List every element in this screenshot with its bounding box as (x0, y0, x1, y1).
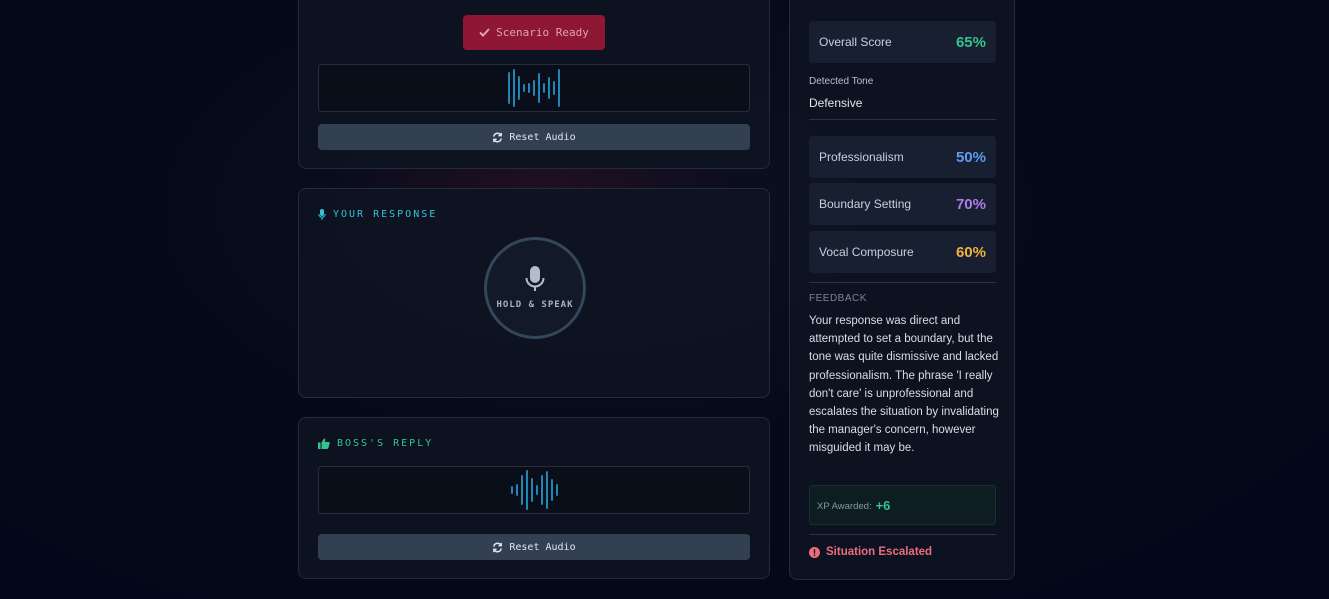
metric-value: 60% (955, 243, 986, 261)
metric-label: Boundary Setting (819, 197, 912, 211)
scenario-ready-label: Scenario Ready (496, 26, 589, 39)
waveform-bar (553, 81, 555, 95)
metric-value: 50% (955, 148, 986, 166)
waveform-bar (548, 77, 550, 99)
reset-audio-label: Reset Audio (509, 131, 576, 143)
boss-section-label: BOSS'S REPLY (337, 438, 434, 449)
waveform-bar (558, 69, 560, 107)
waveform-bar (530, 478, 533, 502)
waveform-bar (513, 69, 515, 107)
hold-to-speak-label: HOLD & SPEAK (496, 300, 574, 310)
detected-tone-label: Detected Tone (809, 76, 874, 87)
metric-value: 70% (955, 195, 986, 213)
reset-audio-label: Reset Audio (509, 541, 576, 553)
waveform-bar (518, 76, 520, 100)
metric-label: Professionalism (819, 150, 904, 164)
hold-to-speak-button[interactable]: HOLD & SPEAK (484, 237, 586, 339)
boss-reset-audio-button[interactable]: Reset Audio (318, 534, 750, 560)
waveform-bar (508, 72, 510, 104)
analysis-panel: Overall Score 65% Detected Tone Defensiv… (789, 0, 1015, 580)
waveform-bar (550, 479, 553, 501)
alert-icon (809, 546, 820, 558)
waveform-bar (515, 484, 518, 496)
response-panel: YOUR RESPONSE HOLD & SPEAK (298, 188, 770, 398)
waveform-bar (523, 84, 525, 92)
scenario-audio-waveform[interactable] (318, 64, 750, 112)
waveform-bar (535, 485, 538, 495)
xp-awarded-label: XP Awarded: (817, 501, 872, 512)
microphone-icon (318, 209, 326, 220)
vocal-composure-score-card: Vocal Composure 60% (809, 231, 996, 273)
boss-section-header: BOSS'S REPLY (318, 438, 433, 449)
divider (809, 119, 996, 120)
scenario-panel: Scenario Ready Reset Audio (298, 0, 770, 169)
waveform-bar (525, 470, 528, 510)
detected-tone-value: Defensive (809, 96, 863, 110)
response-section-header: YOUR RESPONSE (318, 209, 437, 220)
boss-reply-panel: BOSS'S REPLY Reset Audio (298, 417, 770, 579)
overall-score-label: Overall Score (819, 35, 892, 49)
boss-audio-waveform[interactable] (318, 466, 750, 514)
waveform-bar (533, 80, 535, 96)
scenario-ready-button[interactable]: Scenario Ready (463, 15, 605, 50)
waveform-bar (555, 484, 558, 496)
waveform-bar (510, 486, 513, 494)
overall-score-card: Overall Score 65% (809, 21, 996, 63)
divider (809, 282, 996, 283)
waveform-bar (538, 73, 540, 103)
microphone-icon (525, 266, 545, 291)
xp-awarded-box: XP Awarded: +6 (809, 485, 996, 525)
scenario-reset-audio-button[interactable]: Reset Audio (318, 124, 750, 150)
waveform-bar (540, 475, 543, 505)
waveform-bar (520, 475, 523, 505)
response-section-label: YOUR RESPONSE (333, 209, 438, 220)
waveform-icon (508, 68, 560, 108)
feedback-title: FEEDBACK (809, 293, 867, 304)
refresh-icon (493, 132, 503, 142)
waveform-bar (543, 83, 545, 93)
metric-label: Vocal Composure (819, 245, 914, 259)
overall-score-value: 65% (955, 33, 986, 51)
situation-status-label: Situation Escalated (826, 546, 933, 558)
xp-awarded-value: +6 (875, 497, 891, 513)
divider (809, 534, 996, 535)
check-icon (479, 28, 490, 37)
professionalism-score-card: Professionalism 50% (809, 136, 996, 178)
situation-status: Situation Escalated (809, 546, 932, 558)
waveform-icon (510, 470, 558, 510)
boundary-setting-score-card: Boundary Setting 70% (809, 183, 996, 225)
feedback-text: Your response was direct and attempted t… (809, 315, 999, 455)
waveform-bar (545, 471, 548, 509)
refresh-icon (493, 542, 503, 552)
thumbs-up-icon (318, 438, 330, 449)
waveform-bar (528, 83, 530, 93)
